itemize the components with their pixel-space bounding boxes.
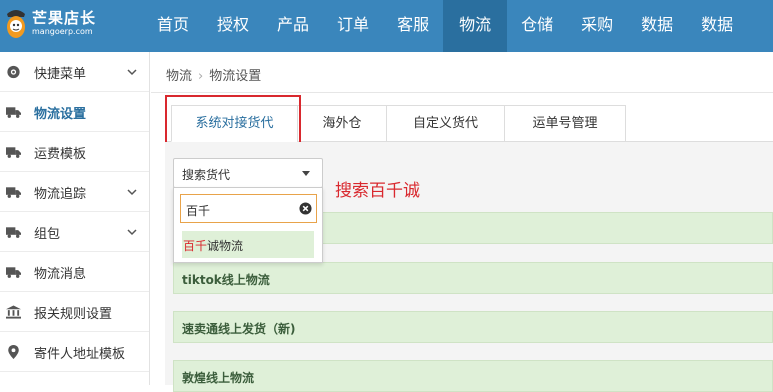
select-dropdown: 百千 百千诚物流	[173, 187, 323, 263]
sidebar-item-customs-rules[interactable]: 报关规则设置	[0, 292, 149, 332]
sidebar-item-label: 组包	[34, 227, 61, 242]
nav-item-home[interactable]: 首页	[143, 0, 203, 52]
nav-item-logistics[interactable]: 物流	[443, 0, 508, 52]
nav-item-orders[interactable]: 订单	[323, 0, 383, 52]
sidebar-item-package[interactable]: 组包	[0, 212, 149, 252]
nav-item-warehouse[interactable]: 仓储	[507, 0, 567, 52]
sidebar-item-logistics-settings[interactable]: 物流设置	[0, 92, 149, 132]
tab-system-forwarder[interactable]: 系统对接货代	[171, 105, 298, 142]
chevron-down-icon	[127, 69, 137, 76]
bank-icon	[6, 305, 21, 319]
forwarder-name: 敦煌线上物流	[182, 371, 255, 385]
forwarder-name: 速卖通线上发货（新)	[182, 322, 296, 336]
annotation-text: 搜索百千诚	[335, 181, 420, 201]
nav-item-purchase[interactable]: 采购	[567, 0, 627, 52]
main-nav: 首页 授权 产品 订单 客服 物流 仓储 采购 数据 数据	[143, 0, 747, 52]
mango-mascot-icon	[7, 10, 25, 38]
sidebar-item-label: 报关规则设置	[34, 307, 113, 322]
breadcrumb-item-logistics[interactable]: 物流	[166, 69, 192, 84]
dashboard-icon	[7, 65, 20, 79]
truck-icon	[6, 187, 21, 198]
sidebar-item-logistics-messages[interactable]: 物流消息	[0, 252, 149, 292]
truck-icon	[6, 107, 21, 118]
breadcrumb: 物流 › 物流设置	[166, 65, 261, 84]
option-rest-text: 诚物流	[207, 239, 244, 253]
dropdown-option[interactable]: 百千诚物流	[182, 231, 314, 258]
sidebar-item-label: 物流设置	[34, 107, 87, 122]
chevron-down-icon	[127, 229, 137, 236]
brand-logo[interactable]: 芒果店长 mangoerp.com	[0, 0, 150, 52]
option-text: 百千诚物流	[183, 237, 243, 254]
top-bar: 芒果店长 mangoerp.com 首页 授权 产品 订单 客服 物流 仓储 采…	[0, 0, 773, 52]
sidebar-item-freight-template[interactable]: 运费模板	[0, 132, 149, 172]
sidebar-item-label: 寄件人地址模板	[34, 347, 126, 362]
truck-icon	[6, 147, 21, 158]
dropdown-search-input[interactable]: 百千	[180, 194, 317, 223]
brand-url: mangoerp.com	[32, 27, 93, 36]
tab-overseas-warehouse[interactable]: 海外仓	[297, 105, 387, 142]
caret-down-icon	[302, 171, 310, 176]
main-content: 物流 › 物流设置 系统对接货代 海外仓 自定义货代 运单号管理 tiktok线上物…	[151, 52, 773, 392]
divider	[151, 92, 773, 93]
clear-icon[interactable]	[299, 202, 312, 215]
nav-item-data-2[interactable]: 数据	[687, 0, 747, 52]
sidebar-item-tracking[interactable]: 物流追踪	[0, 172, 149, 212]
sidebar-item-label: 物流追踪	[34, 187, 87, 202]
chevron-down-icon	[127, 189, 137, 196]
breadcrumb-separator: ›	[198, 69, 204, 84]
truck-icon	[6, 227, 21, 238]
search-value: 百千	[186, 204, 211, 218]
truck-icon	[6, 267, 21, 278]
forwarder-name: tiktok线上物流	[182, 273, 270, 287]
sidebar-item-label: 物流消息	[34, 267, 87, 282]
list-item[interactable]: 敦煌线上物流	[173, 360, 773, 392]
sidebar-item-shortcuts[interactable]: 快捷菜单	[0, 52, 149, 92]
list-item[interactable]: tiktok线上物流	[173, 262, 773, 294]
tab-tracking-number[interactable]: 运单号管理	[504, 105, 626, 142]
brand-title: 芒果店长	[32, 9, 97, 27]
list-item[interactable]: 速卖通线上发货（新)	[173, 311, 773, 343]
location-pin-icon	[8, 345, 19, 359]
sidebar-item-label: 快捷菜单	[34, 67, 87, 82]
sidebar-item-label: 运费模板	[34, 147, 87, 162]
option-match-text: 百千	[183, 239, 208, 253]
forwarder-search-select[interactable]: 搜索货代	[173, 158, 323, 188]
tab-custom-forwarder[interactable]: 自定义货代	[386, 105, 505, 142]
sidebar-item-sender-address[interactable]: 寄件人地址模板	[0, 332, 149, 372]
breadcrumb-item-current: 物流设置	[209, 69, 262, 84]
nav-item-service[interactable]: 客服	[383, 0, 443, 52]
nav-item-products[interactable]: 产品	[263, 0, 323, 52]
sidebar: 快捷菜单 物流设置 运费模板 物流追踪 组包 物流消息 报关规则设置 寄件人地址…	[0, 52, 150, 385]
nav-item-auth[interactable]: 授权	[203, 0, 263, 52]
nav-item-data[interactable]: 数据	[627, 0, 687, 52]
select-label: 搜索货代	[182, 168, 231, 182]
